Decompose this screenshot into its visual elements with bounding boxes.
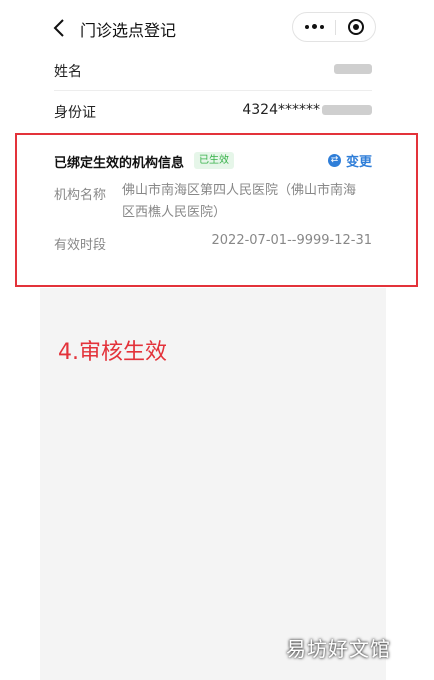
id-card-prefix: 4324****** xyxy=(242,102,320,118)
row-divider xyxy=(54,90,372,91)
masked-name-blob xyxy=(334,64,372,74)
nav-bar: 门诊选点登记 xyxy=(0,0,434,56)
mini-program-capsule xyxy=(292,12,376,42)
more-menu-button[interactable] xyxy=(293,13,335,41)
more-dots-icon xyxy=(305,25,309,29)
annotation-highlight-box xyxy=(15,133,418,287)
masked-id-blob xyxy=(322,105,372,115)
close-program-button[interactable] xyxy=(336,13,376,41)
name-value-masked xyxy=(334,61,372,77)
more-dots-icon xyxy=(312,24,317,29)
id-card-label: 身份证 xyxy=(54,105,96,121)
back-button[interactable] xyxy=(50,16,70,40)
chevron-left-icon xyxy=(53,19,64,37)
id-card-value: 4324****** xyxy=(242,102,372,118)
watermark: 易坊好文馆 xyxy=(286,637,391,661)
page-title: 门诊选点登记 xyxy=(80,21,177,40)
step-annotation: 4.审核生效 xyxy=(58,340,167,365)
more-dots-icon xyxy=(320,25,324,29)
target-icon-center xyxy=(353,24,359,30)
name-label: 姓名 xyxy=(54,64,82,80)
